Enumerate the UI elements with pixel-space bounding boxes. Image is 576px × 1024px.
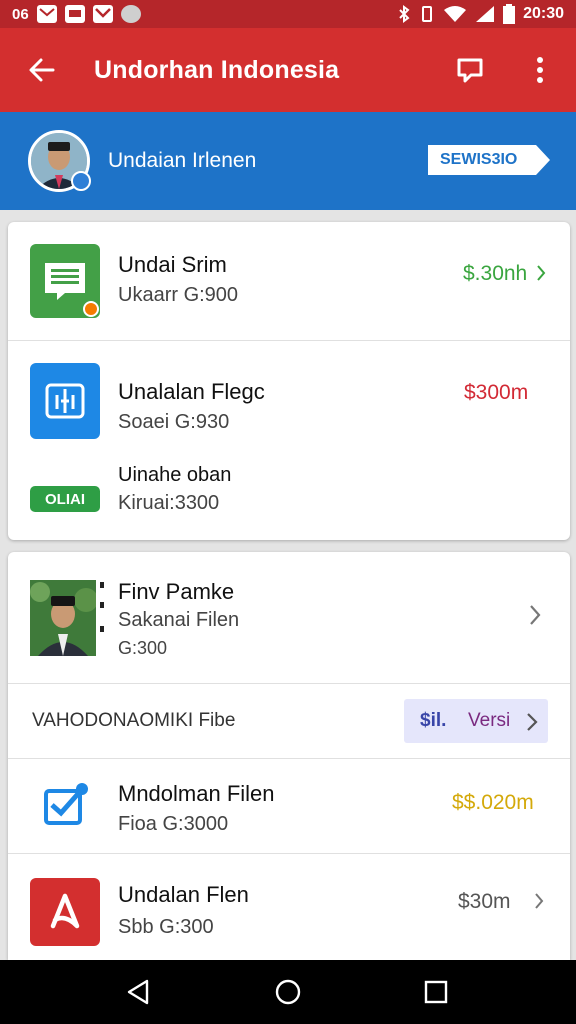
app-bar: Undorhan Indonesia	[0, 28, 576, 112]
profile-name: Undaian Irlenen	[108, 149, 257, 172]
nav-back-icon[interactable]	[108, 972, 168, 1012]
profile-action-button[interactable]: SEWIS3IO	[428, 145, 550, 175]
version-chip-label: Versi	[468, 710, 511, 731]
profile-header[interactable]: Undaian Irlenen SEWIS3IO	[0, 112, 576, 210]
list-item[interactable]: Mndolman Filen Fioa G:3000 $$.020m	[8, 759, 570, 853]
circle-icon	[120, 5, 141, 23]
version-chip[interactable]: $il. Versi	[404, 699, 548, 743]
battery-icon	[503, 4, 516, 24]
checkbox-icon	[42, 781, 90, 829]
status-left-text: 06	[12, 5, 29, 23]
item-title: Undai Srim	[118, 252, 227, 277]
gmail-icon	[36, 5, 57, 23]
item-subtitle: Ukaarr G:900	[118, 284, 239, 306]
item-title: Unalalan Flegc	[118, 379, 265, 404]
vibrate-icon	[419, 5, 435, 23]
item-price: $$.020m	[452, 791, 534, 814]
building-icon	[30, 363, 100, 439]
chevron-right-icon	[529, 604, 541, 631]
page-title: Undorhan Indonesia	[94, 55, 340, 84]
message-icon	[64, 5, 85, 23]
section-label: VAHODONAOMIKI Fibe	[32, 710, 236, 731]
back-arrow-icon[interactable]	[0, 28, 84, 112]
card-files: Finv Pamke Sakanai Filen G:300 VAHODONAO…	[8, 552, 570, 960]
item-title: Uinahe oban	[118, 464, 232, 486]
item-title: Undalan Flen	[118, 882, 249, 907]
item-price: $30m	[458, 890, 511, 913]
person-photo-edge	[100, 580, 104, 656]
list-item[interactable]: Undalan Flen Sbb G:300 $30m	[8, 854, 570, 960]
status-bar: 06 20:30	[0, 0, 576, 28]
bluetooth-icon	[397, 5, 411, 23]
profile-action-label: SEWIS3IO	[440, 151, 518, 168]
status-badge: OLIAI	[30, 486, 100, 512]
nav-recents-icon[interactable]	[406, 972, 466, 1012]
avatar[interactable]	[28, 130, 91, 192]
clock: 20:30	[523, 5, 564, 22]
verified-badge-icon	[71, 171, 91, 191]
item-title: Mndolman Filen	[118, 781, 275, 806]
chevron-right-icon	[536, 264, 546, 287]
nav-home-icon[interactable]	[258, 972, 318, 1012]
app-badge-icon	[83, 301, 99, 317]
system-navigation-bar	[0, 960, 576, 1024]
card-apps: Undai Srim Ukaarr G:900 $.30nh Unalalan …	[8, 222, 570, 540]
item-price: $300m	[464, 381, 529, 404]
version-chip-price: $il.	[420, 710, 447, 731]
chevron-right-icon	[534, 892, 544, 915]
section-header: VAHODONAOMIKI Fibe $il. Versi	[8, 684, 570, 758]
list-item[interactable]: Undai Srim Ukaarr G:900 $.30nh	[8, 222, 570, 340]
list-item[interactable]: Unalalan Flegc Soaei G:930 $300m	[8, 341, 570, 459]
chevron-right-icon	[527, 713, 538, 731]
item-subtitle: Soaei G:930	[118, 411, 230, 433]
person-subtitle: Sakanai Filen	[118, 609, 240, 631]
overflow-menu-icon[interactable]	[516, 46, 564, 94]
acrobat-icon	[30, 878, 100, 946]
person-meta: G:300	[118, 638, 168, 658]
item-price: $.30nh	[463, 262, 528, 285]
item-subtitle: Kiruai:3300	[118, 492, 220, 514]
mail-icon	[92, 5, 113, 23]
item-subtitle: Fioa G:3000	[118, 813, 229, 835]
wifi-icon	[443, 5, 467, 23]
item-subtitle: Sbb G:300	[118, 916, 214, 938]
chat-icon[interactable]	[446, 46, 494, 94]
signal-icon	[475, 5, 495, 23]
person-photo	[30, 580, 96, 656]
list-item[interactable]: OLIAI Uinahe oban Kiruai:3300	[8, 460, 570, 540]
person-name: Finv Pamke	[118, 579, 235, 604]
person-row[interactable]: Finv Pamke Sakanai Filen G:300	[8, 552, 570, 683]
